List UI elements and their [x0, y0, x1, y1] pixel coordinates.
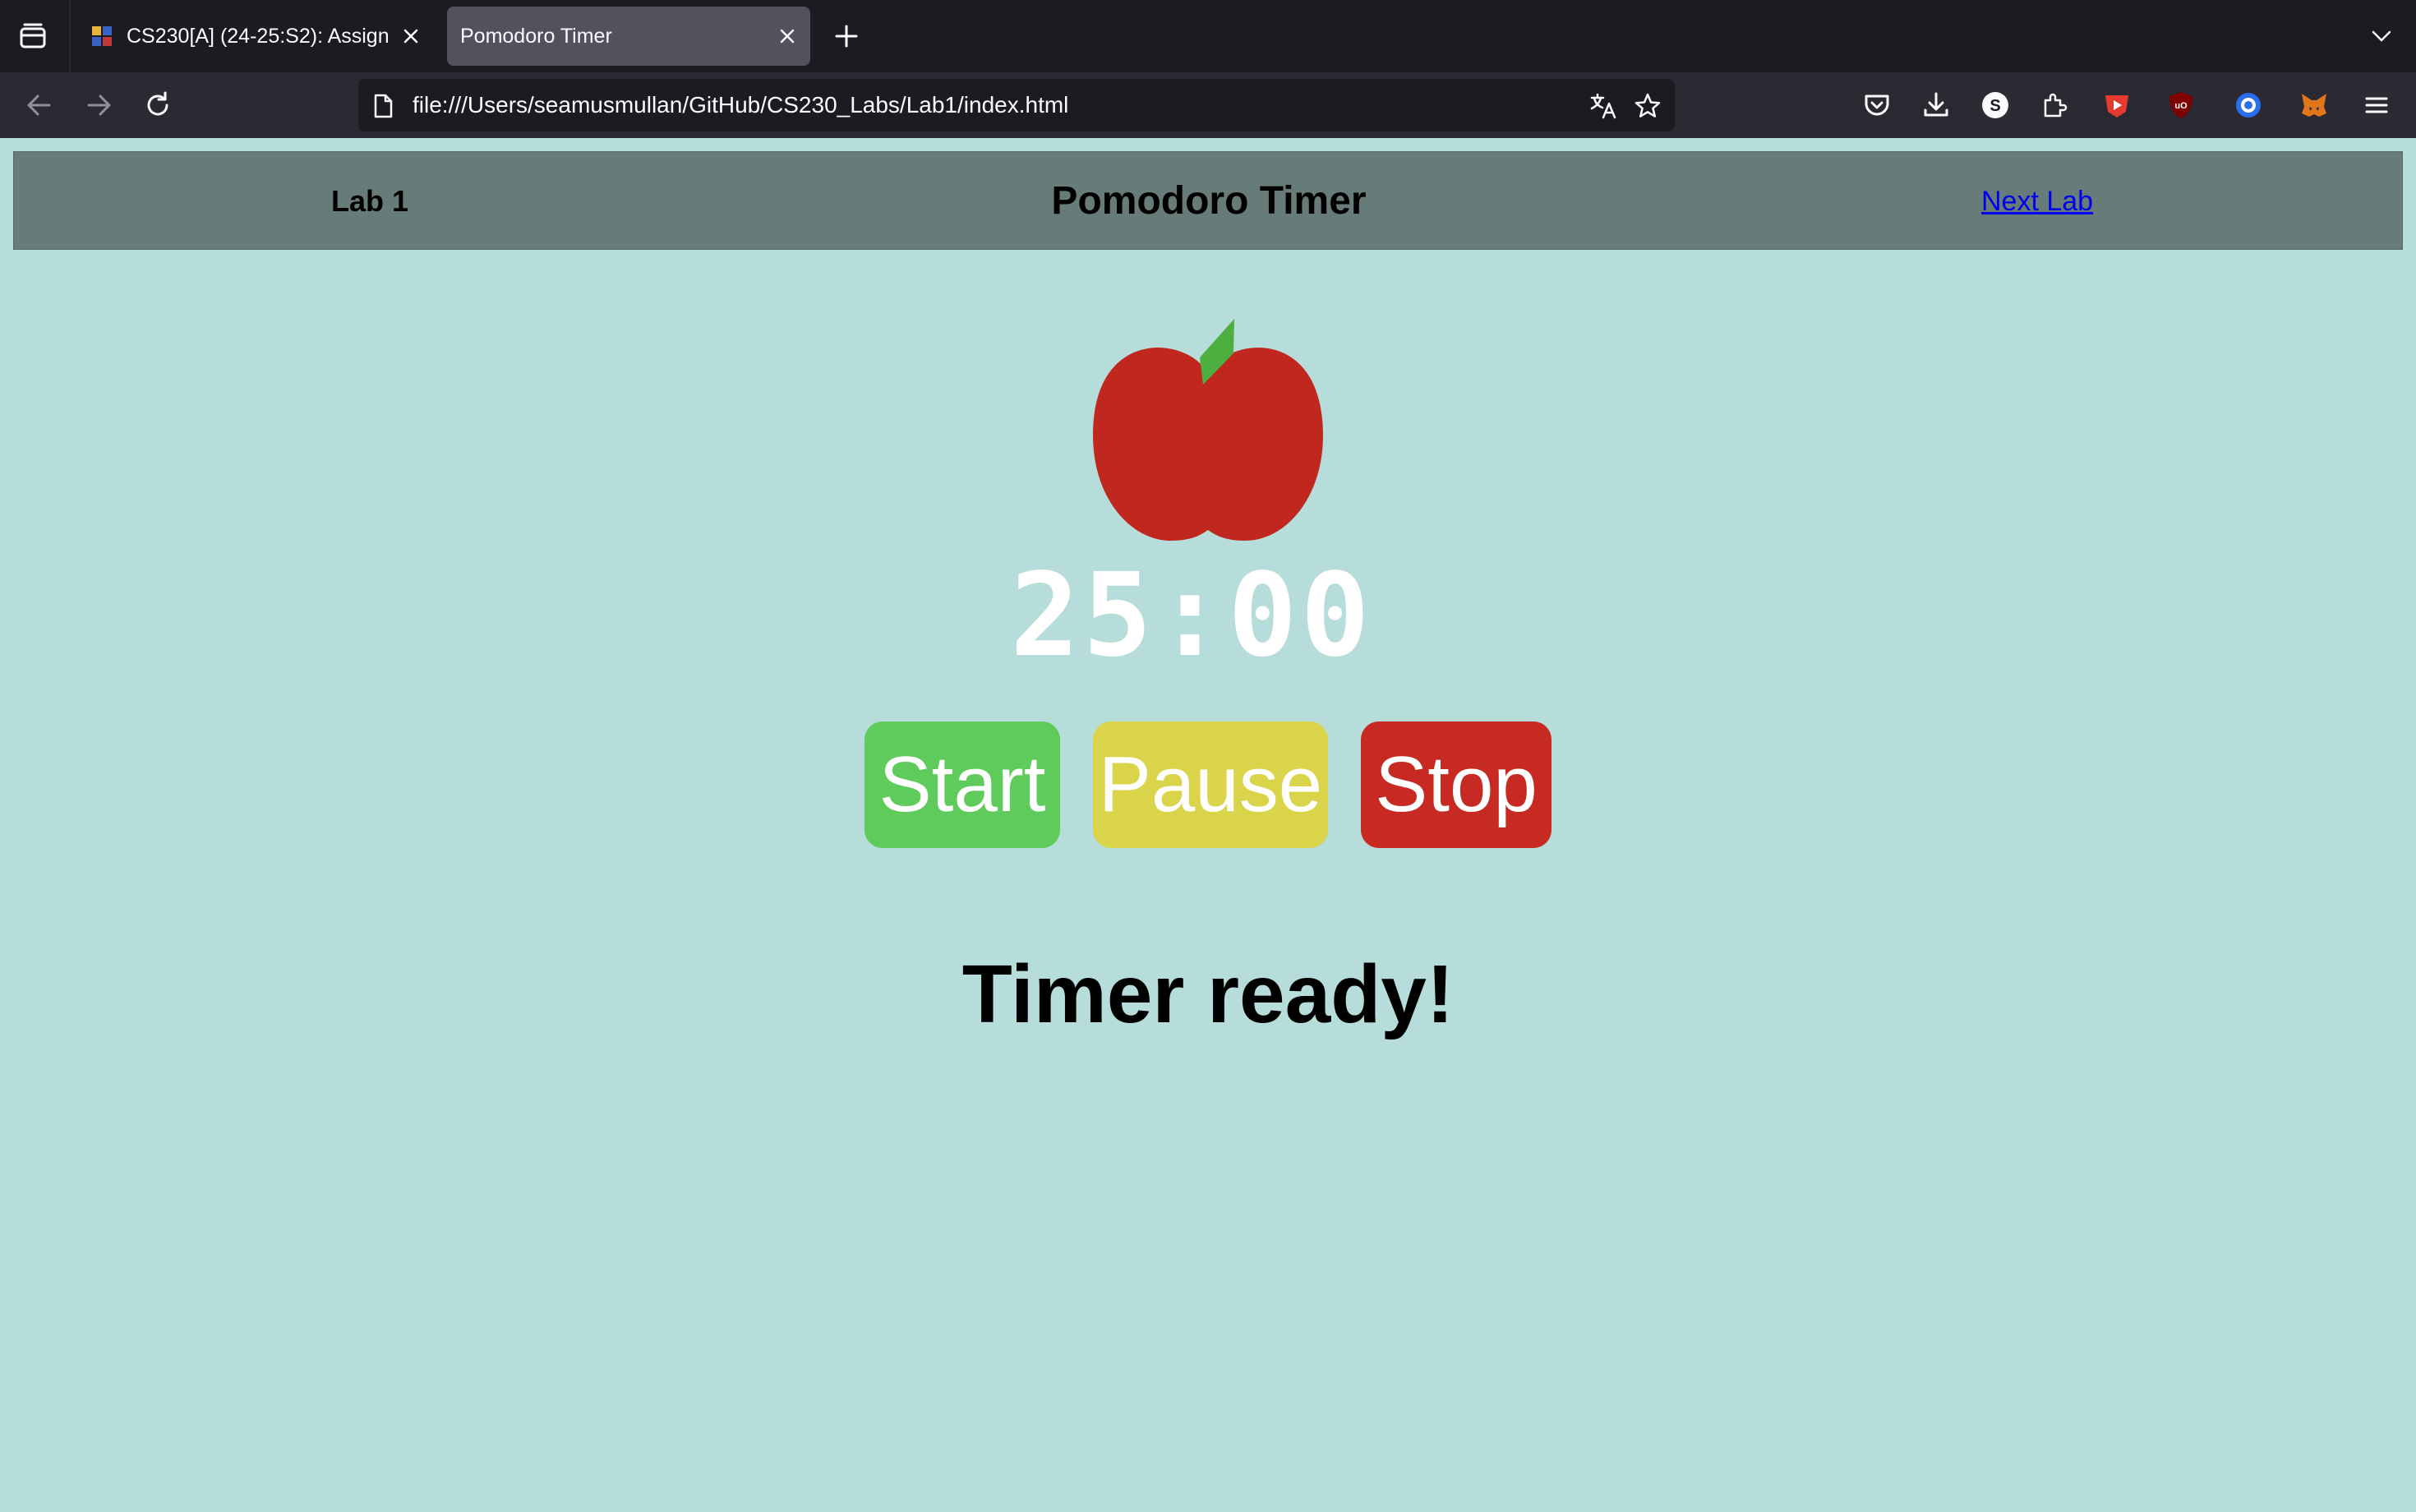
- tab-overview-icon[interactable]: [16, 20, 49, 53]
- new-tab-icon[interactable]: [832, 21, 861, 51]
- start-button[interactable]: Start: [865, 721, 1060, 848]
- status-message: Timer ready!: [961, 948, 1455, 1040]
- close-tab-icon[interactable]: [777, 26, 797, 46]
- tab-cs230[interactable]: CS230[A] (24-25:S2): Assignment: [81, 7, 434, 66]
- next-lab-link[interactable]: Next Lab: [1981, 152, 2093, 251]
- bookmark-star-icon[interactable]: [1634, 92, 1662, 120]
- extensions-icon[interactable]: [2038, 89, 2071, 122]
- timer-display: 25:00: [1003, 549, 1381, 683]
- reload-icon[interactable]: [141, 89, 174, 122]
- chevron-down-icon[interactable]: [2370, 25, 2393, 48]
- page-header: Lab 1 Pomodoro Timer Next Lab: [13, 151, 2403, 250]
- page-icon: [374, 94, 393, 118]
- address-bar[interactable]: file:///Users/seamusmullan/GitHub/CS230_…: [358, 79, 1675, 131]
- browser-nav-bar: file:///Users/seamusmullan/GitHub/CS230_…: [0, 72, 2416, 138]
- account-icon[interactable]: S: [1979, 89, 2012, 122]
- svg-text:S: S: [1990, 97, 2000, 115]
- back-icon[interactable]: [23, 89, 56, 122]
- forward-icon[interactable]: [82, 89, 115, 122]
- timer-digits: 25:00: [1010, 549, 1373, 683]
- ublock-icon[interactable]: uO: [2165, 89, 2197, 122]
- tab-divider: [69, 0, 71, 72]
- privacy-extension-icon[interactable]: [2232, 89, 2265, 122]
- svg-text:uO: uO: [2174, 101, 2188, 111]
- tab-pomodoro-timer[interactable]: Pomodoro Timer: [447, 7, 810, 66]
- pocket-icon[interactable]: [1860, 89, 1893, 122]
- course-favicon-icon: [92, 26, 112, 46]
- tab-label: CS230[A] (24-25:S2): Assignment: [127, 24, 388, 48]
- tab-label: Pomodoro Timer: [460, 24, 612, 48]
- youtube-extension-icon[interactable]: [2100, 89, 2133, 122]
- browser-tab-bar: CS230[A] (24-25:S2): Assignment Pomodoro…: [0, 0, 2416, 72]
- translate-icon[interactable]: [1589, 92, 1617, 120]
- close-tab-icon[interactable]: [401, 26, 421, 46]
- lab-label: Lab 1: [331, 184, 409, 218]
- url-text[interactable]: file:///Users/seamusmullan/GitHub/CS230_…: [413, 79, 1068, 131]
- stop-button[interactable]: Stop: [1361, 721, 1551, 848]
- tomato-apple-icon: [1093, 319, 1323, 541]
- pause-button[interactable]: Pause: [1093, 721, 1328, 848]
- menu-icon[interactable]: [2360, 89, 2393, 122]
- metamask-icon[interactable]: [2298, 89, 2331, 122]
- downloads-icon[interactable]: [1920, 89, 1953, 122]
